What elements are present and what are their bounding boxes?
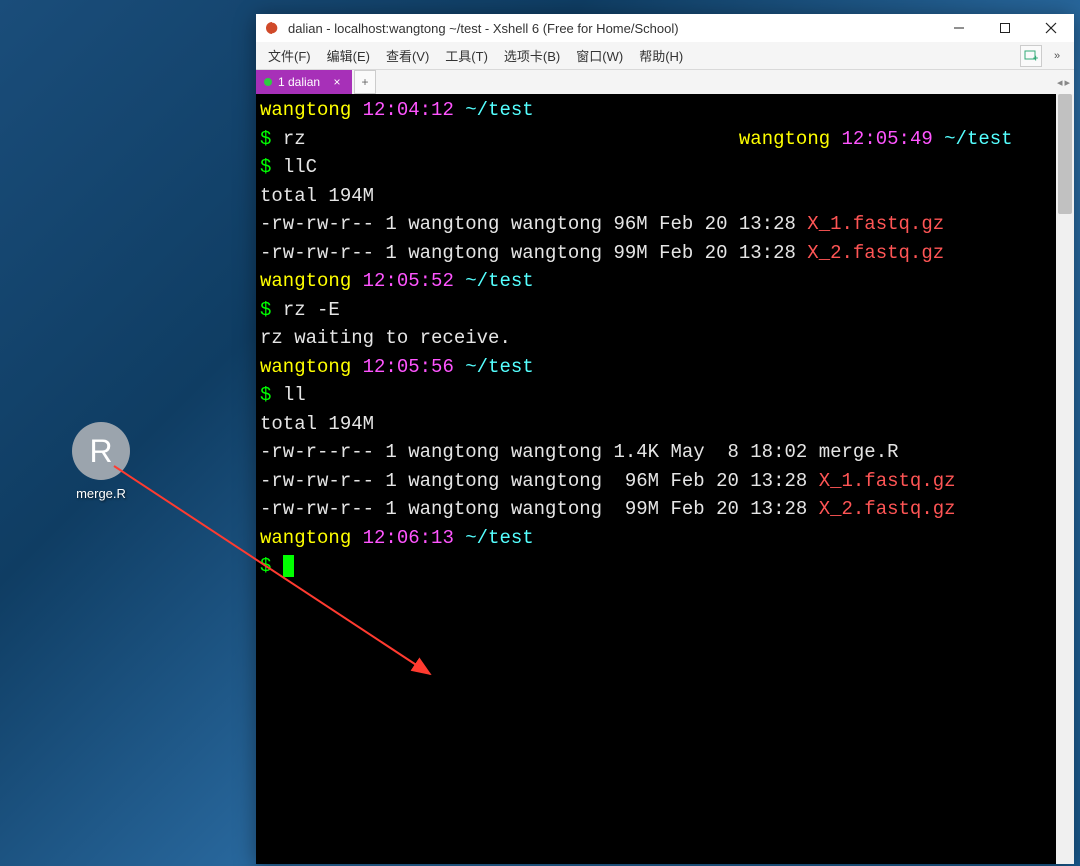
cmd: rz <box>283 128 306 150</box>
menu-help[interactable]: 帮助(H) <box>631 43 691 68</box>
tab-prev-icon[interactable]: ◂ <box>1057 76 1063 89</box>
cmd: ll <box>283 384 306 406</box>
ls-file: X_1.fastq.gz <box>819 470 956 492</box>
prompt-dollar: $ <box>260 384 283 406</box>
close-button[interactable] <box>1028 14 1074 42</box>
ls-file: X_1.fastq.gz <box>807 213 944 235</box>
prompt-time: 12:06:13 <box>363 527 454 549</box>
file-icon: R <box>72 422 130 480</box>
menu-edit[interactable]: 编辑(E) <box>319 43 378 68</box>
prompt-user: wangtong <box>260 270 351 292</box>
prompt-time: 12:05:56 <box>363 356 454 378</box>
minimize-button[interactable] <box>936 14 982 42</box>
rz-waiting: rz waiting to receive. <box>260 327 511 349</box>
tab-label: 1 dalian <box>278 75 320 89</box>
tab-dalian[interactable]: 1 dalian × <box>256 70 352 94</box>
tabbar: 1 dalian × + ◂ ▸ <box>256 70 1074 94</box>
prompt-path: ~/test <box>465 270 533 292</box>
terminal-wrap: wangtong 12:04:12 ~/test $ rz wangtong 1… <box>256 94 1074 864</box>
desktop-icon-merge-r[interactable]: R merge.R <box>66 422 136 501</box>
maximize-button[interactable] <box>982 14 1028 42</box>
menubar: 文件(F) 编辑(E) 查看(V) 工具(T) 选项卡(B) 窗口(W) 帮助(… <box>256 42 1074 70</box>
prompt-path: ~/test <box>944 128 1012 150</box>
app-icon <box>262 18 282 38</box>
prompt-time: 12:05:49 <box>842 128 933 150</box>
tab-next-icon[interactable]: ▸ <box>1064 76 1070 89</box>
prompt-time: 12:05:52 <box>363 270 454 292</box>
tab-close-icon[interactable]: × <box>330 75 344 89</box>
cmd: llC <box>283 156 317 178</box>
prompt-user: wangtong <box>260 356 351 378</box>
terminal-scrollbar[interactable] <box>1056 94 1074 864</box>
prompt-user: wangtong <box>260 99 351 121</box>
chevron-double-right-icon[interactable]: » <box>1046 45 1068 67</box>
prompt-dollar: $ <box>260 128 283 150</box>
ls-total: total 194M <box>260 185 374 207</box>
ls-file: X_2.fastq.gz <box>819 498 956 520</box>
prompt-user: wangtong <box>739 128 830 150</box>
scrollbar-thumb[interactable] <box>1058 94 1072 214</box>
window-title: dalian - localhost:wangtong ~/test - Xsh… <box>288 21 936 36</box>
new-session-icon[interactable]: + <box>1020 45 1042 67</box>
prompt-time: 12:04:12 <box>363 99 454 121</box>
menu-tabs[interactable]: 选项卡(B) <box>496 43 568 68</box>
app-window: dalian - localhost:wangtong ~/test - Xsh… <box>256 14 1074 864</box>
svg-text:+: + <box>1033 53 1038 63</box>
prompt-dollar: $ <box>260 555 283 577</box>
cursor-block <box>283 555 294 577</box>
prompt-user: wangtong <box>260 527 351 549</box>
desktop-icon-label: merge.R <box>66 486 136 501</box>
prompt-dollar: $ <box>260 299 283 321</box>
terminal[interactable]: wangtong 12:04:12 ~/test $ rz wangtong 1… <box>256 94 1056 864</box>
prompt-dollar: $ <box>260 156 283 178</box>
titlebar[interactable]: dalian - localhost:wangtong ~/test - Xsh… <box>256 14 1074 42</box>
new-tab-button[interactable]: + <box>354 70 376 94</box>
prompt-path: ~/test <box>465 527 533 549</box>
ls-line: -rw-r--r-- 1 wangtong wangtong 1.4K May … <box>260 441 899 463</box>
ls-line: -rw-rw-r-- 1 wangtong wangtong 99M Feb 2… <box>260 498 819 520</box>
cmd: rz -E <box>283 299 340 321</box>
ls-line: -rw-rw-r-- 1 wangtong wangtong 96M Feb 2… <box>260 470 819 492</box>
prompt-path: ~/test <box>465 99 533 121</box>
ls-file: X_2.fastq.gz <box>807 242 944 264</box>
menu-window[interactable]: 窗口(W) <box>568 43 631 68</box>
menu-tools[interactable]: 工具(T) <box>437 43 496 68</box>
ls-line: -rw-rw-r-- 1 wangtong wangtong 96M Feb 2… <box>260 213 807 235</box>
ls-line: -rw-rw-r-- 1 wangtong wangtong 99M Feb 2… <box>260 242 807 264</box>
menu-file[interactable]: 文件(F) <box>260 43 319 68</box>
prompt-path: ~/test <box>465 356 533 378</box>
menu-view[interactable]: 查看(V) <box>378 43 437 68</box>
status-dot-icon <box>264 78 272 86</box>
tab-nav: ◂ ▸ <box>1053 70 1074 94</box>
ls-total: total 194M <box>260 413 374 435</box>
